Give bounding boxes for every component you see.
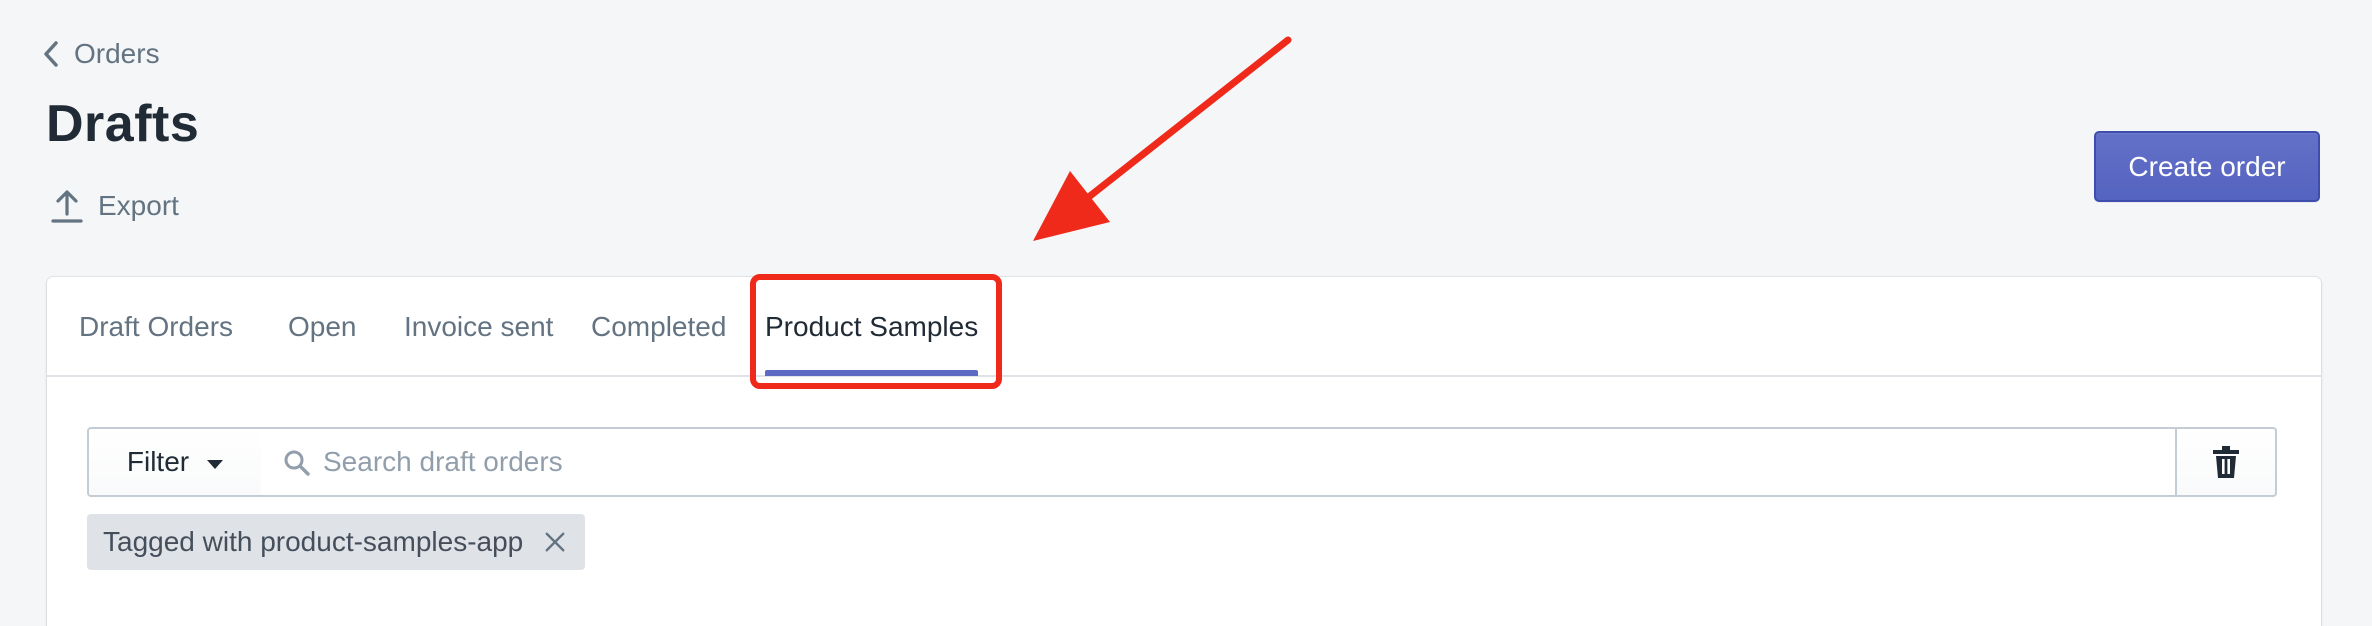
search-input[interactable] — [323, 429, 2163, 495]
tab-label: Product Samples — [765, 311, 979, 342]
tab-completed[interactable]: Completed — [591, 277, 726, 377]
tab-label: Invoice sent — [404, 311, 554, 342]
export-label: Export — [98, 190, 179, 221]
trash-icon — [2213, 446, 2239, 478]
close-icon — [545, 532, 565, 552]
chevron-left-icon — [44, 41, 58, 67]
active-tab-indicator — [765, 370, 979, 376]
upload-icon — [51, 190, 83, 223]
breadcrumb-back-orders[interactable]: Orders — [42, 38, 160, 70]
tab-label: Draft Orders — [79, 311, 234, 342]
tab-label: Completed — [591, 311, 727, 342]
export-button[interactable]: Export — [50, 188, 179, 224]
filter-label: Filter — [126, 446, 190, 477]
drafts-card: Draft Orders Open Invoice sent Completed… — [47, 277, 2321, 626]
search-icon — [284, 450, 310, 476]
applied-filter-tag: Tagged with product-samples-app — [87, 514, 586, 570]
caret-down-icon — [207, 459, 224, 469]
remove-filter-button[interactable] — [543, 530, 567, 554]
search-field — [261, 427, 2177, 497]
tab-draft-orders[interactable]: Draft Orders — [79, 277, 233, 377]
tab-open[interactable]: Open — [288, 277, 357, 377]
page-title: Drafts — [46, 95, 200, 153]
tab-bar: Draft Orders Open Invoice sent Completed… — [47, 277, 2321, 377]
breadcrumb-label: Orders — [74, 38, 160, 69]
tab-invoice-sent[interactable]: Invoice sent — [404, 277, 553, 377]
drafts-page: Orders Drafts Export Create order Draft … — [0, 0, 2372, 626]
create-order-button[interactable]: Create order — [2094, 131, 2320, 202]
applied-filter-label: Tagged with product-samples-app — [103, 526, 524, 557]
tab-product-samples[interactable]: Product Samples — [765, 277, 979, 377]
filter-button[interactable]: Filter — [87, 427, 263, 497]
delete-button[interactable] — [2175, 427, 2277, 497]
tab-label: Open — [288, 311, 357, 342]
